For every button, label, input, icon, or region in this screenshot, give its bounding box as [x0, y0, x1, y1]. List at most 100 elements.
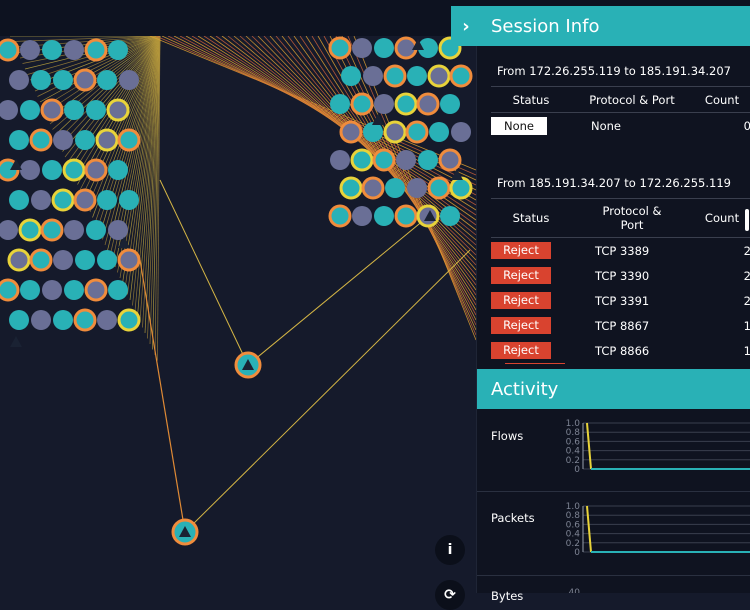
graph-node[interactable]: [40, 98, 64, 122]
graph-node[interactable]: [31, 190, 51, 210]
graph-node[interactable]: [51, 188, 75, 212]
graph-node[interactable]: [84, 158, 108, 182]
graph-node[interactable]: [383, 64, 407, 88]
graph-node[interactable]: [20, 280, 40, 300]
graph-node[interactable]: [394, 92, 418, 116]
graph-node[interactable]: [383, 120, 407, 144]
graph-node[interactable]: [407, 178, 427, 198]
graph-node[interactable]: [86, 220, 106, 240]
graph-node[interactable]: [53, 70, 73, 90]
graph-node[interactable]: [449, 64, 473, 88]
graph-node[interactable]: [440, 206, 460, 226]
graph-node[interactable]: [117, 128, 141, 152]
graph-node[interactable]: [330, 94, 350, 114]
graph-node[interactable]: [9, 190, 29, 210]
graph-node[interactable]: [339, 120, 363, 144]
graph-node[interactable]: [84, 278, 108, 302]
graph-node[interactable]: [372, 148, 396, 172]
graph-node[interactable]: [29, 248, 53, 272]
graph-node[interactable]: [427, 176, 451, 200]
graph-node[interactable]: [119, 70, 139, 90]
graph-node[interactable]: [73, 308, 97, 332]
graph-node[interactable]: [0, 278, 20, 302]
graph-node[interactable]: [363, 66, 383, 86]
graph-node[interactable]: [20, 100, 40, 120]
graph-node[interactable]: [106, 98, 130, 122]
graph-node[interactable]: [374, 206, 394, 226]
graph-node[interactable]: [53, 250, 73, 270]
graph-node[interactable]: [0, 100, 18, 120]
graph-node[interactable]: [119, 190, 139, 210]
graph-node[interactable]: [20, 40, 40, 60]
graph-node[interactable]: [330, 150, 350, 170]
graph-node[interactable]: [64, 280, 84, 300]
graph-node[interactable]: [352, 38, 372, 58]
graph-node[interactable]: [407, 66, 427, 86]
graph-node[interactable]: [352, 206, 372, 226]
graph-node[interactable]: [328, 204, 352, 228]
graph-node[interactable]: [18, 218, 42, 242]
graph-node[interactable]: [328, 36, 352, 60]
graph-node[interactable]: [394, 204, 418, 228]
graph-node[interactable]: [9, 310, 29, 330]
graph-node[interactable]: [449, 176, 473, 200]
session-info-body[interactable]: From 172.26.255.119 to 185.191.34.207 St…: [477, 46, 750, 364]
graph-node[interactable]: [53, 310, 73, 330]
graph-node[interactable]: [64, 40, 84, 60]
graph-node[interactable]: [350, 92, 374, 116]
graph-node[interactable]: [62, 158, 86, 182]
info-icon[interactable]: i: [435, 535, 465, 565]
graph-node[interactable]: [108, 280, 128, 300]
graph-node[interactable]: [374, 38, 394, 58]
graph-node[interactable]: [29, 128, 53, 152]
graph-node[interactable]: [374, 94, 394, 114]
graph-node[interactable]: [108, 160, 128, 180]
graph-node[interactable]: [405, 120, 429, 144]
graph-node[interactable]: [394, 36, 418, 60]
graph-node[interactable]: [64, 100, 84, 120]
graph-node[interactable]: [341, 66, 361, 86]
graph-node[interactable]: [9, 130, 29, 150]
graph-node[interactable]: [97, 250, 117, 270]
graph-node[interactable]: [117, 308, 141, 332]
graph-node[interactable]: [416, 92, 440, 116]
graph-node[interactable]: [350, 148, 374, 172]
graph-node[interactable]: [31, 310, 51, 330]
graph-node[interactable]: [73, 68, 97, 92]
graph-node[interactable]: [97, 310, 117, 330]
graph-node[interactable]: [42, 160, 62, 180]
graph-node[interactable]: [7, 248, 31, 272]
graph-node[interactable]: [42, 280, 62, 300]
graph-node[interactable]: [97, 70, 117, 90]
graph-node[interactable]: [0, 38, 20, 62]
chevron-right-icon[interactable]: ›: [451, 16, 481, 37]
graph-node[interactable]: [339, 176, 363, 200]
graph-node[interactable]: [42, 40, 62, 60]
graph-node[interactable]: [86, 100, 106, 120]
graph-node[interactable]: [429, 122, 449, 142]
graph-node[interactable]: [53, 130, 73, 150]
graph-node[interactable]: [451, 122, 471, 142]
graph-node[interactable]: [75, 250, 95, 270]
graph-node[interactable]: [361, 176, 385, 200]
graph-node[interactable]: [9, 70, 29, 90]
graph-node[interactable]: [40, 218, 64, 242]
graph-node[interactable]: [20, 160, 40, 180]
refresh-icon[interactable]: ⟳: [435, 580, 465, 610]
graph-node[interactable]: [95, 128, 119, 152]
graph-node[interactable]: [84, 38, 108, 62]
graph-node[interactable]: [73, 188, 97, 212]
graph-node[interactable]: [418, 150, 438, 170]
graph-node[interactable]: [108, 220, 128, 240]
graph-node[interactable]: [438, 148, 462, 172]
graph-node[interactable]: [117, 248, 141, 272]
graph-node[interactable]: [385, 178, 405, 198]
graph-node[interactable]: [0, 220, 18, 240]
graph-node[interactable]: [427, 64, 451, 88]
graph-node[interactable]: [64, 220, 84, 240]
graph-node[interactable]: [440, 94, 460, 114]
graph-node[interactable]: [31, 70, 51, 90]
graph-node[interactable]: [108, 40, 128, 60]
graph-node[interactable]: [75, 130, 95, 150]
graph-node[interactable]: [396, 150, 416, 170]
